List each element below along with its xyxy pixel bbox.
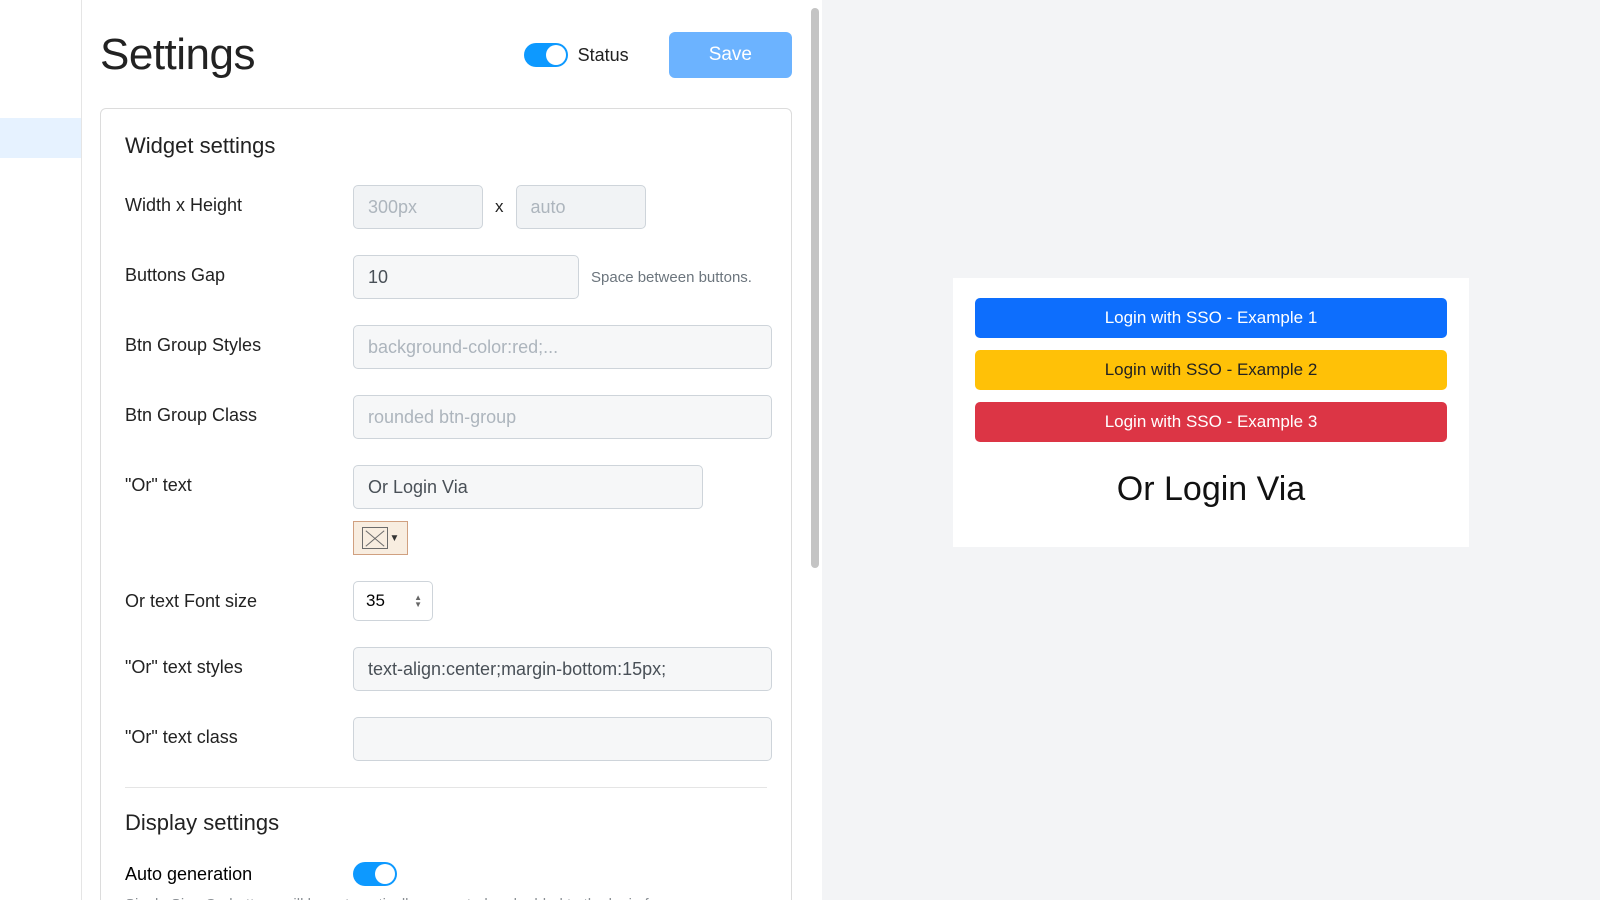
group-styles-input[interactable] bbox=[353, 325, 772, 369]
preview-sso-button-3[interactable]: Login with SSO - Example 3 bbox=[975, 402, 1447, 442]
no-color-icon bbox=[362, 527, 388, 549]
buttons-gap-hint: Space between buttons. bbox=[591, 269, 752, 286]
preview-sso-button-1[interactable]: Login with SSO - Example 1 bbox=[975, 298, 1447, 338]
left-sidebar bbox=[0, 0, 82, 900]
height-input[interactable] bbox=[516, 185, 646, 229]
row-or-class: "Or" text class bbox=[125, 717, 767, 761]
label-buttons-gap: Buttons Gap bbox=[125, 255, 353, 286]
group-class-input[interactable] bbox=[353, 395, 772, 439]
label-dimensions: Width x Height bbox=[125, 185, 353, 216]
preview-card: Login with SSO - Example 1 Login with SS… bbox=[953, 278, 1469, 547]
row-buttons-gap: Buttons Gap Space between buttons. bbox=[125, 255, 767, 299]
label-group-class: Btn Group Class bbox=[125, 395, 353, 426]
section-divider bbox=[125, 787, 767, 788]
auto-generation-toggle[interactable] bbox=[353, 862, 397, 886]
label-or-styles: "Or" text styles bbox=[125, 647, 353, 678]
row-or-font-size: Or text Font size 35 ▲▼ bbox=[125, 581, 767, 621]
label-auto-generation: Auto generation bbox=[125, 864, 353, 885]
settings-panel: Settings Status Save Widget settings Wid… bbox=[82, 0, 822, 900]
auto-generation-desc: Single Sign On buttons will be automatic… bbox=[125, 894, 767, 900]
dimension-separator: x bbox=[495, 197, 504, 217]
settings-card: Widget settings Width x Height x Buttons… bbox=[100, 108, 792, 900]
label-or-class: "Or" text class bbox=[125, 717, 353, 748]
scrollbar-thumb[interactable] bbox=[811, 8, 819, 568]
display-settings-title: Display settings bbox=[125, 810, 767, 836]
row-group-styles: Btn Group Styles bbox=[125, 325, 767, 369]
label-or-text: "Or" text bbox=[125, 465, 353, 496]
preview-sso-button-2[interactable]: Login with SSO - Example 2 bbox=[975, 350, 1447, 390]
page-title: Settings bbox=[100, 30, 524, 80]
or-text-input[interactable] bbox=[353, 465, 703, 509]
or-text-color-picker[interactable]: ▼ bbox=[353, 521, 408, 555]
sidebar-active-item[interactable] bbox=[0, 118, 81, 158]
width-input[interactable] bbox=[353, 185, 483, 229]
status-label: Status bbox=[578, 45, 629, 66]
preview-panel: Login with SSO - Example 1 Login with SS… bbox=[822, 0, 1600, 900]
buttons-gap-input[interactable] bbox=[353, 255, 579, 299]
or-font-size-value: 35 bbox=[366, 591, 385, 611]
row-auto-generation: Auto generation Single Sign On buttons w… bbox=[125, 862, 767, 900]
preview-or-text: Or Login Via bbox=[975, 470, 1447, 509]
row-or-styles: "Or" text styles bbox=[125, 647, 767, 691]
save-button[interactable]: Save bbox=[669, 32, 792, 78]
or-font-size-select[interactable]: 35 ▲▼ bbox=[353, 581, 433, 621]
row-dimensions: Width x Height x bbox=[125, 185, 767, 229]
row-or-text: "Or" text ▼ bbox=[125, 465, 767, 555]
label-or-font-size: Or text Font size bbox=[125, 581, 353, 612]
chevron-down-icon: ▼ bbox=[390, 533, 400, 544]
or-class-input[interactable] bbox=[353, 717, 772, 761]
or-styles-input[interactable] bbox=[353, 647, 772, 691]
scrollbar[interactable] bbox=[808, 0, 822, 900]
label-group-styles: Btn Group Styles bbox=[125, 325, 353, 356]
row-group-class: Btn Group Class bbox=[125, 395, 767, 439]
widget-settings-title: Widget settings bbox=[125, 133, 767, 159]
select-updown-icon: ▲▼ bbox=[414, 594, 422, 608]
status-toggle[interactable] bbox=[524, 43, 568, 67]
